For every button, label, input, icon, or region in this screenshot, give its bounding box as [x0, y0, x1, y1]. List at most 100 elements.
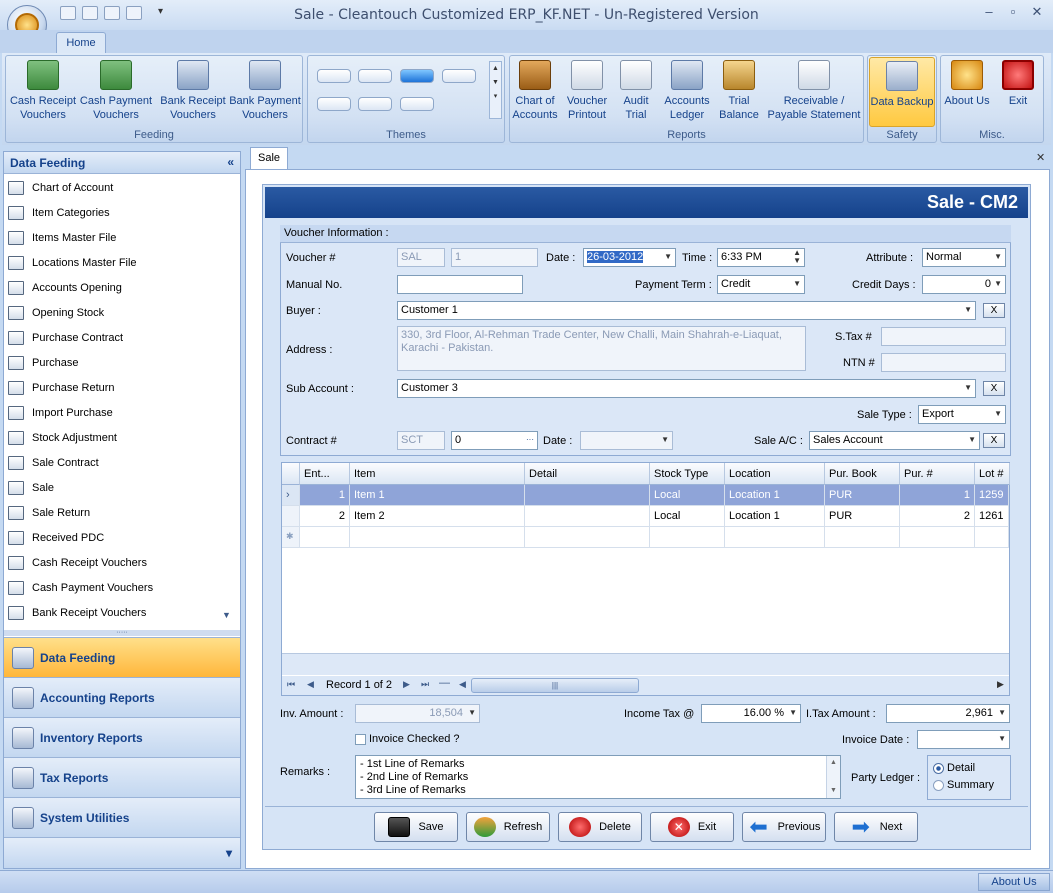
horizontal-scrollbar-thumb[interactable]: |||: [471, 678, 639, 693]
sale-type-select[interactable]: Export ▼: [918, 405, 1006, 424]
nav-overflow[interactable]: ▾: [4, 837, 240, 868]
cell[interactable]: Item 1: [350, 485, 525, 506]
remarks-scrollbar[interactable]: ▲ ▼: [826, 756, 840, 798]
nav-tax-reports[interactable]: Tax Reports: [4, 757, 240, 797]
close-icon[interactable]: ✕: [1026, 4, 1048, 22]
collapse-icon[interactable]: «: [227, 155, 234, 169]
cell[interactable]: Item 2: [350, 506, 525, 527]
ellipsis-icon[interactable]: ···: [526, 435, 534, 444]
theme-swatch-3[interactable]: [400, 69, 434, 83]
chart-of-accounts-button[interactable]: Chart of Accounts: [512, 60, 558, 126]
previous-button[interactable]: ⬅ Previous: [742, 812, 826, 842]
column-header[interactable]: Pur. #: [900, 463, 975, 485]
cell[interactable]: [350, 527, 525, 548]
cell[interactable]: [650, 527, 725, 548]
theme-swatch-2[interactable]: [358, 69, 392, 83]
sidebar-item-received-pdc[interactable]: Received PDC: [8, 525, 228, 550]
column-header[interactable]: Ent...: [300, 463, 350, 485]
scroll-down-icon[interactable]: ▼: [222, 610, 231, 620]
sidebar-item-purchase[interactable]: Purchase: [8, 350, 228, 375]
quick-access-icon-3[interactable]: [104, 6, 120, 20]
audit-trial-button[interactable]: Audit Trial: [614, 60, 658, 126]
status-about-us[interactable]: About Us: [978, 873, 1050, 891]
date-field[interactable]: 26-03-2012 ▼: [583, 248, 676, 267]
invoice-checked-checkbox[interactable]: [355, 734, 366, 745]
manual-no-input[interactable]: [397, 275, 523, 294]
income-tax-field[interactable]: 16.00 % ▼: [701, 704, 801, 723]
tab-home[interactable]: Home: [56, 32, 106, 54]
scroll-left-icon[interactable]: ◀: [459, 679, 466, 690]
contract-number-field[interactable]: 0 ···: [451, 431, 538, 450]
column-header[interactable]: Item: [350, 463, 525, 485]
column-header[interactable]: Stock Type: [650, 463, 725, 485]
buyer-select[interactable]: Customer 1 ▼: [397, 301, 976, 320]
cell[interactable]: 2: [900, 506, 975, 527]
sidebar-item-cash-receipt-vouchers[interactable]: Cash Receipt Vouchers: [8, 550, 228, 575]
cash-payment-vouchers-button[interactable]: Cash Payment Vouchers: [79, 60, 153, 126]
column-header[interactable]: Pur. Book: [825, 463, 900, 485]
receivable-payable-statement-button[interactable]: Receivable / Payable Statement: [766, 60, 862, 126]
sidebar-item-chart-of-account[interactable]: Chart of Account: [8, 175, 228, 200]
sale-ac-select[interactable]: Sales Account ▼: [809, 431, 980, 450]
cell[interactable]: [525, 485, 650, 506]
voucher-printout-button[interactable]: Voucher Printout: [564, 60, 610, 126]
sidebar-item-purchase-contract[interactable]: Purchase Contract: [8, 325, 228, 350]
itax-amount-field[interactable]: 2,961 ▼: [886, 704, 1010, 723]
theme-swatch-4[interactable]: [442, 69, 476, 83]
last-record-icon[interactable]: ⏭: [421, 679, 429, 690]
cell[interactable]: 2: [300, 506, 350, 527]
next-record-icon[interactable]: ▶: [403, 679, 410, 690]
attribute-select[interactable]: Normal ▼: [922, 248, 1006, 267]
sidebar-item-item-categories[interactable]: Item Categories: [8, 200, 228, 225]
summary-radio[interactable]: [933, 780, 944, 791]
cash-receipt-vouchers-button[interactable]: Cash Receipt Vouchers: [8, 60, 78, 126]
cell[interactable]: 1259: [975, 485, 1009, 506]
scroll-right-icon[interactable]: ▶: [997, 679, 1004, 690]
cell[interactable]: [525, 527, 650, 548]
sidebar-item-import-purchase[interactable]: Import Purchase: [8, 400, 228, 425]
remarks-textarea[interactable]: - 1st Line of Remarks - 2nd Line of Rema…: [355, 755, 841, 799]
theme-gallery-scroll[interactable]: ▲ ▼ ▾: [489, 61, 502, 119]
about-us-button[interactable]: About Us: [943, 60, 991, 126]
spin-icon[interactable]: ▲ ▼: [793, 249, 801, 265]
quick-access-dropdown-icon[interactable]: ▾: [158, 6, 163, 17]
quick-access-icon-4[interactable]: [126, 6, 142, 20]
previous-record-icon[interactable]: ◀: [307, 679, 314, 690]
tab-sale[interactable]: Sale: [250, 147, 288, 169]
minimize-icon[interactable]: –: [978, 4, 1000, 22]
sub-account-select[interactable]: Customer 3 ▼: [397, 379, 976, 398]
quick-access-icon-1[interactable]: [60, 6, 76, 20]
accounts-ledger-button[interactable]: Accounts Ledger: [662, 60, 712, 126]
cell[interactable]: [725, 527, 825, 548]
theme-swatch-7[interactable]: [400, 97, 434, 111]
column-header[interactable]: Lot #: [975, 463, 1010, 485]
cell[interactable]: 1261: [975, 506, 1009, 527]
cell[interactable]: Location 1: [725, 506, 825, 527]
sidebar-item-locations-master-file[interactable]: Locations Master File: [8, 250, 228, 275]
sidebar-item-stock-adjustment[interactable]: Stock Adjustment: [8, 425, 228, 450]
bank-payment-vouchers-button[interactable]: Bank Payment Vouchers: [229, 60, 301, 126]
exit-button[interactable]: ✕ Exit: [650, 812, 734, 842]
close-tab-icon[interactable]: ✕: [1036, 151, 1045, 164]
sidebar-item-bank-receipt-vouchers[interactable]: Bank Receipt Vouchers: [8, 600, 228, 625]
time-field[interactable]: 6:33 PM ▲ ▼: [717, 248, 805, 267]
exit-ribbon-button[interactable]: Exit: [998, 60, 1038, 126]
cell[interactable]: PUR: [825, 485, 900, 506]
clear-sub-account-button[interactable]: X: [983, 381, 1005, 396]
cell[interactable]: Local: [650, 485, 725, 506]
sidebar-item-cash-payment-vouchers[interactable]: Cash Payment Vouchers: [8, 575, 228, 600]
cell[interactable]: 1: [900, 485, 975, 506]
detail-radio[interactable]: [933, 763, 944, 774]
save-button[interactable]: Save: [374, 812, 458, 842]
cell[interactable]: PUR: [825, 506, 900, 527]
column-header[interactable]: Location: [725, 463, 825, 485]
credit-days-field[interactable]: 0 ▼: [922, 275, 1006, 294]
table-row[interactable]: 2 Item 2 Local Location 1 PUR 2 1261: [282, 506, 1009, 527]
next-button[interactable]: ➡ Next: [834, 812, 918, 842]
sidebar-item-sale[interactable]: Sale: [8, 475, 228, 500]
first-record-icon[interactable]: ⏮: [287, 679, 295, 690]
data-backup-button[interactable]: Data Backup: [869, 57, 935, 127]
nav-accounting-reports[interactable]: Accounting Reports: [4, 677, 240, 717]
cell[interactable]: Local: [650, 506, 725, 527]
theme-swatch-1[interactable]: [317, 69, 351, 83]
